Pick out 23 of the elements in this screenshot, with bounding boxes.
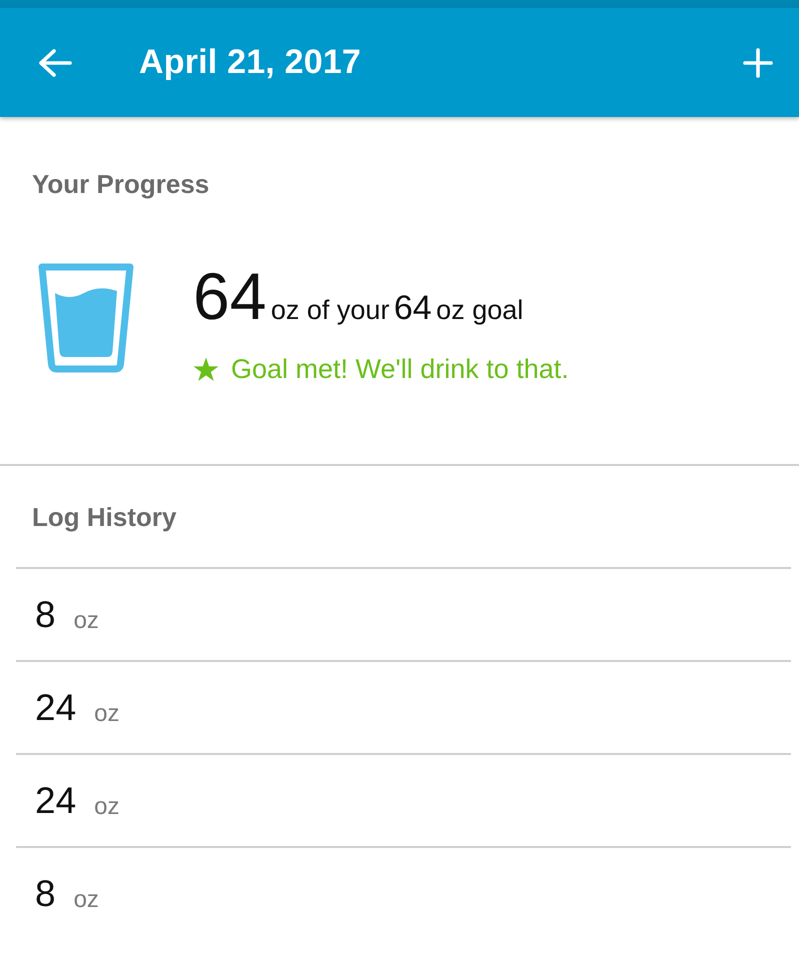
star-icon [193,356,219,383]
entry-unit: oz [74,606,99,636]
log-entry[interactable]: 24 oz [16,753,791,846]
progress-summary: 64 oz of your 64 oz goal [193,263,524,329]
back-arrow-icon [38,48,72,78]
app-title: April 21, 2017 [139,42,362,83]
section-heading: Log History [32,502,178,532]
log-entry[interactable]: 24 oz [16,660,791,753]
entry-unit: oz [94,698,120,728]
entry-amount: 8 [35,872,56,916]
entry-unit: oz [94,792,120,822]
entry-amount: 24 [35,778,76,823]
back-button[interactable] [38,48,72,78]
add-button[interactable] [743,48,773,78]
log-entry[interactable]: 8 oz [16,567,791,660]
log-entry[interactable]: 8 oz [16,846,791,939]
entry-unit: oz [74,884,99,914]
entry-amount: 8 [35,592,56,637]
water-glass-icon [38,263,134,373]
plus-icon [743,48,773,78]
entry-amount: 24 [35,686,76,730]
goal-met-message: Goal met! We'll drink to that. [231,355,569,385]
section-heading: Your Progress [32,169,210,199]
